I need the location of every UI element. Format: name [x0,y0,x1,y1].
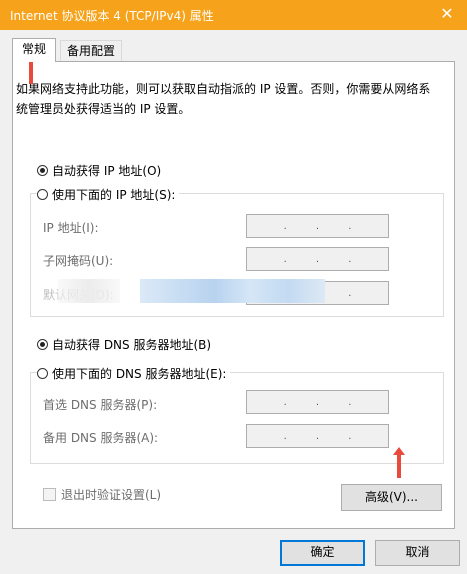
ip-address-label: IP 地址(I): [43,221,99,235]
radio-unchecked-icon [37,368,48,379]
cancel-button[interactable]: 取消 [375,540,460,566]
subnet-mask-input[interactable]: ... [246,247,389,271]
manual-dns-radio[interactable]: 使用下面的 DNS 服务器地址(E): [37,365,231,382]
privacy-blur [58,279,120,303]
tab-alternate-config[interactable]: 备用配置 [60,40,122,61]
preferred-dns-label: 首选 DNS 服务器(P): [43,398,158,412]
annotation-arrow-icon [25,53,37,84]
validate-settings-checkbox[interactable]: 退出时验证设置(L) [43,486,161,503]
window-title: Internet 协议版本 4 (TCP/IPv4) 属性 [10,9,214,23]
preferred-dns-input[interactable]: ... [246,390,389,414]
close-icon[interactable]: ✕ [427,0,467,30]
manual-ip-radio[interactable]: 使用下面的 IP 地址(S): [37,186,180,203]
title-bar: Internet 协议版本 4 (TCP/IPv4) 属性 ✕ [0,0,467,30]
dns-groupbox [30,372,444,464]
ip-address-input[interactable]: ... [246,214,389,238]
auto-dns-label: 自动获得 DNS 服务器地址(B) [52,338,212,352]
alternate-dns-label: 备用 DNS 服务器(A): [43,431,159,445]
radio-unchecked-icon [37,189,48,200]
auto-dns-radio[interactable]: 自动获得 DNS 服务器地址(B) [37,336,216,353]
auto-ip-label: 自动获得 IP 地址(O) [52,164,162,178]
validate-settings-label: 退出时验证设置(L) [61,488,162,502]
manual-dns-label: 使用下面的 DNS 服务器地址(E): [52,367,227,381]
tab-general[interactable]: 常规 [12,38,56,62]
radio-checked-icon [37,339,48,350]
advanced-button[interactable]: 高级(V)... [341,484,442,511]
description-text: 如果网络支持此功能，则可以获取自动指派的 IP 设置。否则，你需要从网络系统管理… [16,82,431,116]
auto-ip-radio[interactable]: 自动获得 IP 地址(O) [37,162,166,179]
manual-ip-label: 使用下面的 IP 地址(S): [52,188,176,202]
privacy-blur [140,279,325,303]
checkbox-icon [43,488,56,501]
alternate-dns-input[interactable]: ... [246,424,389,448]
radio-checked-icon [37,165,48,176]
ok-button[interactable]: 确定 [280,540,365,566]
annotation-arrow-icon [393,447,405,478]
subnet-mask-label: 子网掩码(U): [43,254,114,268]
